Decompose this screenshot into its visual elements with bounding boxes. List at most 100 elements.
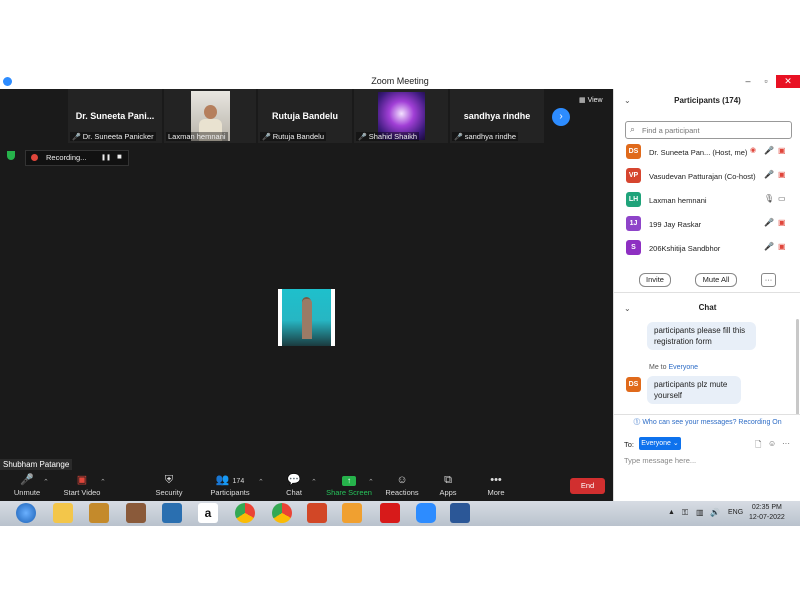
chat-button[interactable]: 💬 Chat	[280, 471, 308, 498]
chat-scrollbar[interactable]	[796, 319, 799, 415]
chat-message-input[interactable]: Type message here...	[624, 456, 696, 465]
participant-search-input[interactable]: ⌕ Find a participant	[625, 121, 792, 139]
network-icon[interactable]: ▥	[696, 508, 704, 517]
reactions-button[interactable]: ☺ Reactions	[384, 471, 420, 498]
participants-header: Participants (174)	[674, 96, 741, 105]
language-indicator[interactable]: ENG	[728, 509, 743, 516]
emoji-icon[interactable]: ☺	[768, 439, 776, 448]
participant-name: Vasudevan Patturajan (Co-host)	[649, 172, 756, 181]
start-video-button[interactable]: ▣ Start Video	[60, 471, 104, 498]
stop-recording-button[interactable]: ■	[117, 152, 122, 161]
file-explorer-icon[interactable]	[53, 503, 73, 523]
tray-app-icon[interactable]: ⚿	[682, 508, 688, 518]
participant-row[interactable]: 1J 199 Jay Raskar 🎤 ▣	[614, 214, 800, 234]
recording-label: Recording...	[46, 153, 87, 162]
gallery-tile[interactable]: sandhya rindhe 🎤 sandhya rindhe	[450, 89, 544, 143]
mic-muted-icon: 🎤	[358, 134, 367, 141]
chat-options-caret[interactable]: ⌃	[311, 478, 317, 486]
search-icon: ⌕	[630, 124, 636, 134]
unmute-button[interactable]: 🎤 Unmute	[8, 471, 46, 498]
video-off-icon: ▣	[778, 218, 786, 227]
side-panel: ⌄ Participants (174) ⌕ Find a participan…	[613, 89, 800, 501]
participant-name: 199 Jay Raskar	[649, 220, 702, 229]
encryption-shield-icon[interactable]	[7, 151, 15, 160]
to-label: To:	[624, 440, 635, 449]
mic-muted-icon: 🎤	[764, 170, 774, 179]
volume-icon[interactable]: 🔊	[710, 508, 720, 517]
chrome-profile-icon[interactable]	[272, 503, 292, 523]
view-button[interactable]: ▦ View	[579, 96, 603, 104]
vlc-icon[interactable]	[342, 503, 362, 523]
visibility-note[interactable]: ⓵ Who can see your messages? Recording O…	[614, 417, 800, 427]
media-app-icon[interactable]	[126, 503, 146, 523]
word-icon[interactable]	[450, 503, 470, 523]
video-off-icon: ▣	[76, 474, 88, 486]
mic-muted-icon: 🎤	[72, 134, 81, 141]
calculator-app-icon[interactable]	[162, 503, 182, 523]
amazon-icon[interactable]: a	[198, 503, 218, 523]
participant-row[interactable]: LH Laxman hemnani 🎙 ▭	[614, 190, 800, 210]
acrobat-icon[interactable]	[380, 503, 400, 523]
tile-name: Dr. Suneeta Pani...	[75, 111, 155, 121]
tile-name: sandhya rindhe	[463, 111, 531, 121]
avatar: LH	[626, 192, 641, 207]
participant-row[interactable]: S 206Kshitija Sandbhor 🎤 ▣	[614, 238, 800, 258]
grid-icon: ▦	[579, 97, 588, 104]
tile-label: 🎤 Dr. Suneeta Panicker	[70, 132, 156, 141]
zoom-icon[interactable]	[416, 503, 436, 523]
share-screen-button[interactable]: ↑ Share Screen	[326, 471, 372, 497]
pause-recording-button[interactable]: ❚❚	[101, 154, 111, 161]
mic-muted-icon: 🎤	[764, 242, 774, 251]
gallery-tile[interactable]: Dr. Suneeta Pani... 🎤 Dr. Suneeta Panicke…	[68, 89, 162, 143]
tray-arrow-icon[interactable]: ▲	[668, 509, 675, 516]
avatar: S	[626, 240, 641, 255]
end-meeting-button[interactable]: End	[570, 478, 605, 494]
participants-button[interactable]: 👥 174 Participants	[208, 471, 252, 498]
more-button[interactable]: ••• More	[484, 471, 508, 498]
share-options-caret[interactable]: ⌃	[368, 478, 374, 486]
recording-dot-icon	[31, 154, 38, 161]
video-options-caret[interactable]: ⌃	[100, 478, 106, 486]
smiley-icon: ☺	[396, 474, 408, 486]
security-button[interactable]: ⛨ Security	[150, 471, 188, 498]
video-on-icon: ▭	[778, 194, 786, 203]
participants-options-caret[interactable]: ⌃	[258, 478, 264, 486]
mute-all-button[interactable]: Mute All	[695, 273, 737, 287]
window-title-bar: Zoom Meeting – ▫ ✕	[0, 75, 800, 90]
participants-more-button[interactable]: ···	[761, 273, 776, 287]
chat-more-icon[interactable]: ···	[782, 439, 790, 448]
search-placeholder: Find a participant	[642, 126, 700, 135]
file-icon[interactable]: 🗋	[755, 439, 761, 453]
minimize-button[interactable]: –	[739, 75, 757, 88]
chrome-icon[interactable]	[235, 503, 255, 523]
participant-row[interactable]: DS Dr. Suneeta Pan... (Host, me) ◉ 🎤 ▣	[614, 142, 800, 162]
powerpoint-icon[interactable]	[307, 503, 327, 523]
audio-options-caret[interactable]: ⌃	[43, 478, 49, 486]
meeting-area: Dr. Suneeta Pani... 🎤 Dr. Suneeta Panicke…	[0, 89, 613, 501]
divider	[614, 414, 800, 415]
invite-button[interactable]: Invite	[639, 273, 671, 287]
maximize-button[interactable]: ▫	[757, 75, 775, 88]
system-clock[interactable]: 02:35 PM 12-07-2022	[749, 503, 785, 523]
close-window-button[interactable]: ✕	[776, 75, 800, 88]
tile-name: Rutuja Bandelu	[271, 111, 338, 121]
mic-muted-icon: 🎤	[20, 474, 34, 486]
app-icon[interactable]	[89, 503, 109, 523]
participant-row[interactable]: VP Vasudevan Patturajan (Co-host) 🎤 ▣	[614, 166, 800, 186]
gallery-tile[interactable]: Rutuja Bandelu 🎤 Rutuja Bandelu	[258, 89, 352, 143]
participant-name: Dr. Suneeta Pan... (Host, me)	[649, 148, 748, 157]
recipient-dropdown[interactable]: Everyone ⌄	[639, 437, 681, 450]
recording-indicator: Recording... ❚❚ ■	[25, 150, 129, 166]
internet-explorer-icon[interactable]	[16, 503, 36, 523]
share-screen-icon: ↑	[326, 475, 372, 486]
mic-on-icon: 🎙	[764, 194, 775, 203]
apps-button[interactable]: ⧉ Apps	[436, 471, 460, 498]
gallery-tile[interactable]: Laxman hemnani	[164, 89, 256, 143]
avatar: DS	[626, 377, 641, 392]
gallery-tile[interactable]: 🎤 Shahid Shaikh	[354, 89, 448, 143]
apps-icon: ⧉	[444, 474, 452, 486]
video-off-icon: ▣	[778, 242, 786, 251]
chat-sender-line: Me to Everyone	[649, 364, 699, 371]
next-page-button[interactable]: ›	[552, 108, 570, 126]
avatar: VP	[626, 168, 641, 183]
